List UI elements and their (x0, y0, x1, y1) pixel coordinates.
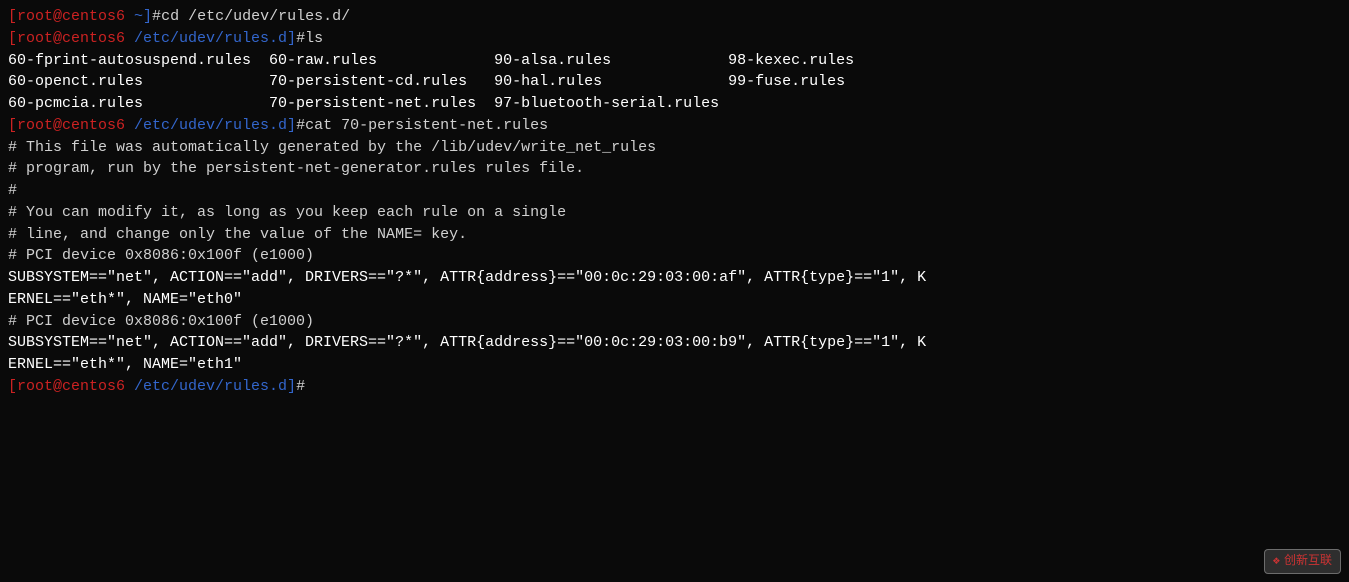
prompt-path: /etc/udev/rules.d] (125, 378, 296, 395)
terminal-line: # This file was automatically generated … (8, 137, 1341, 159)
prompt-user: [root@centos6 (8, 8, 125, 25)
watermark: ❖ 创新互联 (1264, 549, 1341, 574)
terminal-line: 60-fprint-autosuspend.rules 60-raw.rules… (8, 50, 1341, 72)
terminal-line: # line, and change only the value of the… (8, 224, 1341, 246)
comment-text: # line, and change only the value of the… (8, 226, 467, 243)
comment-text: # program, run by the persistent-net-gen… (8, 160, 584, 177)
prompt-command: cd /etc/udev/rules.d/ (161, 8, 350, 25)
terminal-line: ERNEL=="eth*", NAME="eth0" (8, 289, 1341, 311)
terminal-line: [root@centos6 /etc/udev/rules.d]# (8, 376, 1341, 398)
comment-text: # This file was automatically generated … (8, 139, 656, 156)
output-text: 60-openct.rules 70-persistent-cd.rules 9… (8, 73, 845, 90)
terminal-line: # PCI device 0x8086:0x100f (e1000) (8, 245, 1341, 267)
terminal-line: # (8, 180, 1341, 202)
prompt-path: /etc/udev/rules.d] (125, 117, 296, 134)
prompt-hash: # (296, 378, 305, 395)
output-text: ERNEL=="eth*", NAME="eth0" (8, 291, 242, 308)
output-text: ERNEL=="eth*", NAME="eth1" (8, 356, 242, 373)
prompt-hash: # (296, 30, 305, 47)
prompt-path: ~] (125, 8, 152, 25)
terminal-line: ERNEL=="eth*", NAME="eth1" (8, 354, 1341, 376)
comment-text: # PCI device 0x8086:0x100f (e1000) (8, 247, 314, 264)
prompt-user: [root@centos6 (8, 378, 125, 395)
terminal-line: SUBSYSTEM=="net", ACTION=="add", DRIVERS… (8, 332, 1341, 354)
prompt-user: [root@centos6 (8, 117, 125, 134)
watermark-icon: ❖ (1273, 553, 1280, 570)
terminal-line: 60-pcmcia.rules 70-persistent-net.rules … (8, 93, 1341, 115)
prompt-command: cat 70-persistent-net.rules (305, 117, 548, 134)
terminal: [root@centos6 ~]#cd /etc/udev/rules.d/[r… (0, 0, 1349, 582)
output-text: SUBSYSTEM=="net", ACTION=="add", DRIVERS… (8, 269, 926, 286)
terminal-line: # You can modify it, as long as you keep… (8, 202, 1341, 224)
terminal-line: [root@centos6 /etc/udev/rules.d]#cat 70-… (8, 115, 1341, 137)
terminal-line: [root@centos6 ~]#cd /etc/udev/rules.d/ (8, 6, 1341, 28)
comment-text: # You can modify it, as long as you keep… (8, 204, 566, 221)
terminal-line: [root@centos6 /etc/udev/rules.d]#ls (8, 28, 1341, 50)
prompt-path: /etc/udev/rules.d] (125, 30, 296, 47)
comment-text: # PCI device 0x8086:0x100f (e1000) (8, 313, 314, 330)
prompt-hash: # (152, 8, 161, 25)
prompt-command: ls (305, 30, 323, 47)
prompt-user: [root@centos6 (8, 30, 125, 47)
terminal-line: # PCI device 0x8086:0x100f (e1000) (8, 311, 1341, 333)
terminal-line: 60-openct.rules 70-persistent-cd.rules 9… (8, 71, 1341, 93)
output-text: 60-fprint-autosuspend.rules 60-raw.rules… (8, 52, 854, 69)
output-text: SUBSYSTEM=="net", ACTION=="add", DRIVERS… (8, 334, 926, 351)
comment-text: # (8, 182, 17, 199)
terminal-line: # program, run by the persistent-net-gen… (8, 158, 1341, 180)
watermark-text: 创新互联 (1284, 553, 1332, 570)
terminal-line: SUBSYSTEM=="net", ACTION=="add", DRIVERS… (8, 267, 1341, 289)
output-text: 60-pcmcia.rules 70-persistent-net.rules … (8, 95, 719, 112)
prompt-hash: # (296, 117, 305, 134)
